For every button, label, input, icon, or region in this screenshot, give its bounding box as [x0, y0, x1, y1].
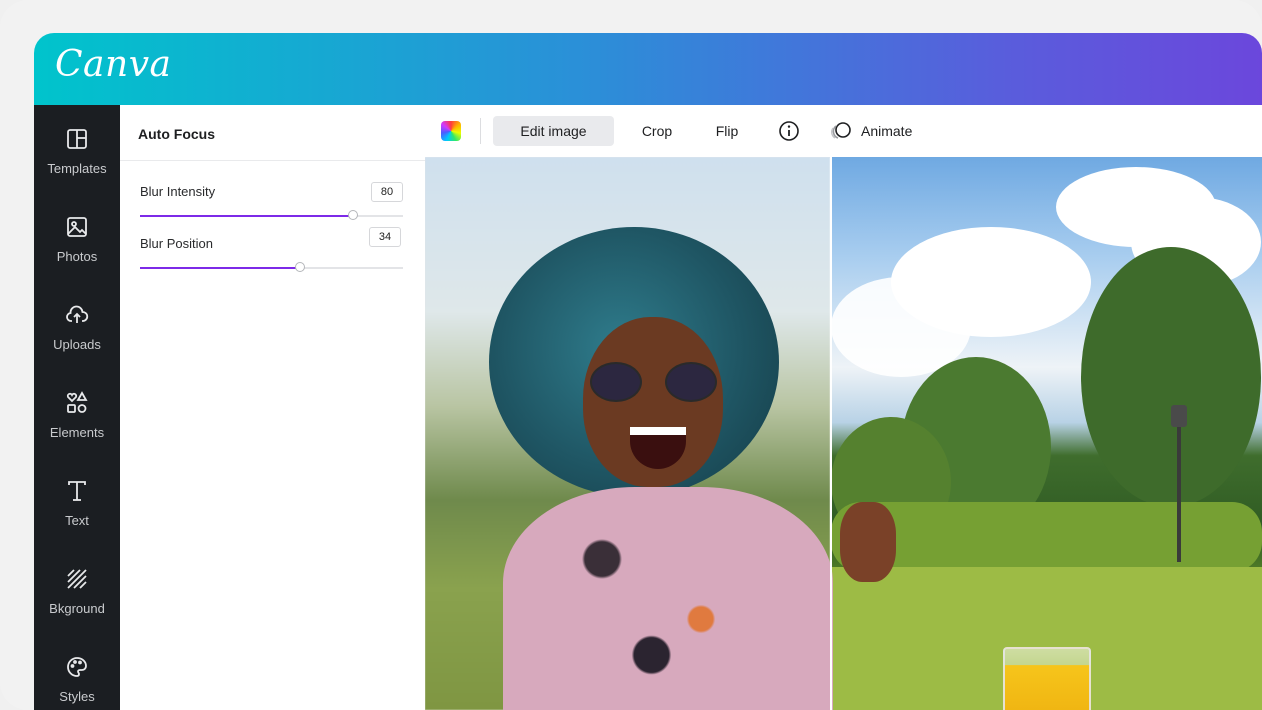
elements-icon	[66, 391, 88, 413]
sidebar-item-label: Styles	[59, 689, 95, 704]
sidebar-item-label: Elements	[49, 425, 105, 440]
photo-canvas[interactable]	[425, 157, 1262, 710]
blur-intensity-label: Blur Intensity	[140, 184, 216, 199]
slider-fill	[140, 215, 354, 217]
background-icon	[67, 569, 87, 589]
slider-thumb[interactable]	[295, 262, 306, 272]
animate-label: Animate	[861, 123, 913, 139]
color-swatch[interactable]	[441, 121, 461, 141]
sunglasses-right	[665, 362, 717, 402]
sidebar-item-label: Photos	[56, 249, 98, 264]
blur-position-label: Blur Position	[140, 236, 213, 251]
blur-intensity-value[interactable]: 80	[371, 182, 403, 202]
sidebar: Templates Photos Uploads Elements Text B…	[34, 105, 120, 710]
info-icon[interactable]	[778, 120, 800, 142]
person-shirt	[503, 487, 833, 710]
sidebar-item-templates[interactable]: Templates	[34, 127, 120, 207]
sidebar-item-photos[interactable]: Photos	[34, 215, 120, 295]
sidebar-item-elements[interactable]: Elements	[34, 391, 120, 471]
blur-position-value[interactable]: 34	[369, 227, 401, 247]
image-toolbar: Edit image Crop Flip Animate	[425, 105, 1262, 158]
upload-icon	[66, 305, 89, 323]
juice-glass	[1003, 647, 1091, 710]
animate-icon	[831, 122, 851, 139]
sidebar-item-label: Text	[65, 513, 89, 528]
lamp-post	[1177, 412, 1181, 562]
slider-thumb[interactable]	[348, 210, 359, 220]
sidebar-item-label: Templates	[47, 161, 107, 176]
lamp	[1171, 405, 1187, 427]
person-hand	[840, 502, 896, 582]
sidebar-item-background[interactable]: Bkground	[34, 567, 120, 647]
panel-header: Auto Focus	[120, 105, 425, 161]
photos-icon	[67, 217, 87, 237]
crop-button[interactable]: Crop	[627, 116, 687, 146]
auto-focus-panel: Auto Focus Blur Intensity 80 Blur Positi…	[120, 105, 426, 710]
tree	[1081, 247, 1261, 507]
before-after-divider[interactable]	[830, 157, 832, 710]
header-bar: Canva	[34, 33, 1262, 105]
app-window: Canva Templates Photos Uploads Elements	[34, 33, 1262, 710]
sidebar-item-label: Bkground	[49, 601, 105, 616]
blur-position-slider[interactable]	[140, 262, 403, 272]
slider-fill	[140, 267, 301, 269]
blur-intensity-slider[interactable]	[140, 210, 403, 220]
edit-image-button[interactable]: Edit image	[493, 116, 614, 146]
sidebar-item-uploads[interactable]: Uploads	[34, 303, 120, 383]
sidebar-item-text[interactable]: Text	[34, 479, 120, 559]
palette-icon	[67, 657, 87, 677]
flip-button[interactable]: Flip	[703, 116, 751, 146]
toolbar-divider	[480, 118, 481, 144]
original-photo-half	[831, 157, 1262, 710]
canva-logo[interactable]: Canva	[55, 44, 172, 85]
templates-icon	[67, 129, 87, 149]
text-icon	[68, 481, 86, 501]
sidebar-item-label: Uploads	[53, 337, 101, 352]
panel-title: Auto Focus	[138, 126, 215, 142]
animate-button[interactable]: Animate	[830, 116, 930, 146]
sunglasses-left	[590, 362, 642, 402]
sidebar-item-styles[interactable]: Styles	[34, 655, 120, 710]
